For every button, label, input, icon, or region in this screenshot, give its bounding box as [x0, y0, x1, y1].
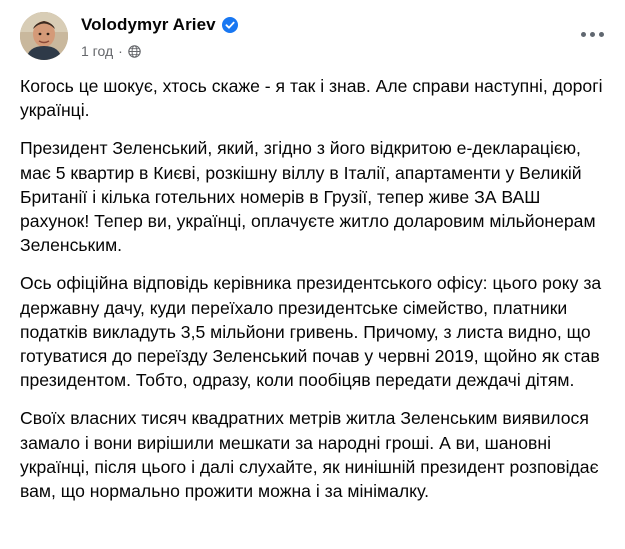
author-line: Volodymyr Ariev [81, 15, 238, 35]
meta-separator: · [118, 43, 123, 59]
avatar[interactable] [20, 12, 68, 60]
post-header: Volodymyr Ariev 1 год · [20, 12, 610, 64]
more-options-icon-dot [598, 31, 604, 37]
more-options-icon-dot [589, 31, 595, 37]
more-options-button[interactable] [576, 22, 608, 46]
more-options-icon [580, 31, 586, 37]
verified-badge-icon [221, 17, 238, 33]
post-meta: 1 год · [81, 43, 141, 59]
post-paragraph: Ось офіційна відповідь керівника президе… [20, 273, 602, 391]
globe-icon[interactable] [128, 44, 141, 58]
facebook-post: Volodymyr Ariev 1 год · Когось це шокує,… [0, 0, 625, 549]
avatar-image [20, 12, 68, 60]
post-paragraph: Президент Зеленський, який, згідно з йог… [20, 138, 596, 256]
post-body: Когось це шокує, хтось скаже - я так і з… [20, 74, 610, 517]
post-paragraph: Когось це шокує, хтось скаже - я так і з… [20, 76, 603, 121]
author-name[interactable]: Volodymyr Ariev [81, 15, 216, 35]
post-timestamp[interactable]: 1 год [81, 43, 113, 59]
post-paragraph: Своїх власних тисяч квадратних метрів жи… [20, 408, 599, 502]
